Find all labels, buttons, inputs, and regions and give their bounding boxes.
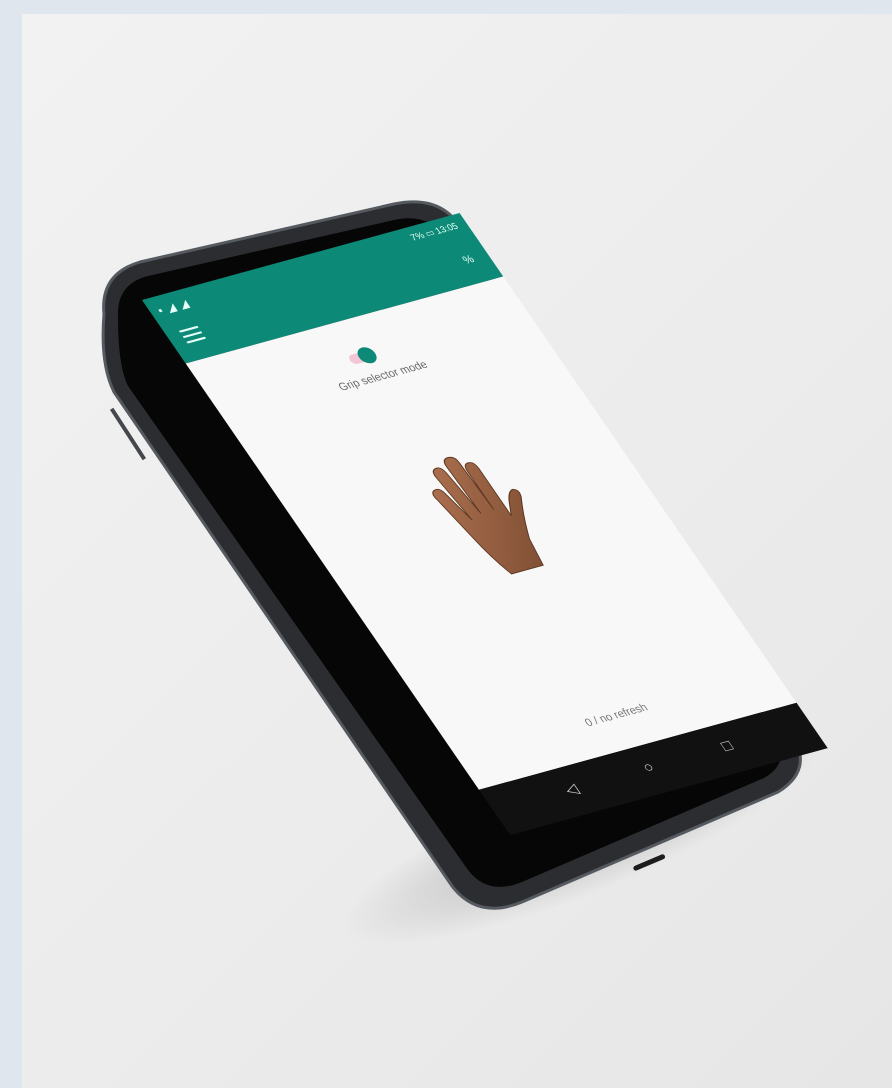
- charging-port: [633, 854, 666, 871]
- mode-label: Grip selector mode: [336, 358, 431, 394]
- status-icons-left: ▪ ◢ ◢: [155, 297, 193, 317]
- hand-icon[interactable]: [387, 439, 586, 597]
- home-button[interactable]: ○: [639, 759, 658, 777]
- recents-button[interactable]: □: [717, 737, 736, 755]
- grip-mode-toggle[interactable]: [345, 344, 388, 369]
- status-bar-right: 7% ▭ 13:05: [408, 220, 461, 243]
- menu-icon[interactable]: [178, 325, 208, 346]
- action-icon[interactable]: %: [460, 253, 477, 266]
- back-button[interactable]: ◁: [561, 780, 582, 798]
- background: ▪ ◢ ◢ 7% ▭ 13:05 % Grip selector mode 0 …: [22, 14, 892, 1088]
